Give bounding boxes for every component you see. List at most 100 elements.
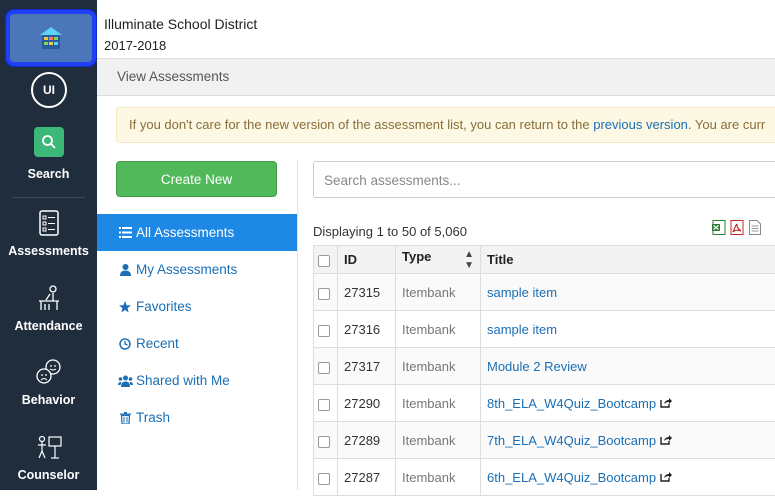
cell-id: 27316 — [338, 311, 396, 348]
nav-label: All Assessments — [136, 225, 234, 240]
row-checkbox[interactable] — [318, 362, 330, 374]
cell-title: sample item — [481, 274, 775, 311]
notice-banner: If you don't care for the new version of… — [116, 107, 775, 143]
nav-label: My Assessments — [136, 262, 237, 277]
assessment-link[interactable]: sample item — [487, 322, 557, 337]
column-header-id[interactable]: ID — [338, 246, 396, 274]
user-icon — [117, 264, 133, 276]
assessment-link[interactable]: 8th_ELA_W4Quiz_Bootcamp — [487, 396, 656, 411]
list-icon — [117, 227, 133, 238]
table-row: 27315 Itembank sample item — [314, 274, 775, 311]
column-header-title[interactable]: Title — [481, 246, 775, 274]
previous-version-link[interactable]: previous version — [593, 117, 688, 132]
shared-external-icon — [660, 434, 672, 445]
nav-shared-with-me[interactable]: Shared with Me — [97, 362, 297, 399]
school-year[interactable]: 2017-2018 — [104, 38, 166, 53]
trash-icon — [117, 412, 133, 424]
nav-my-assessments[interactable]: My Assessments — [97, 251, 297, 288]
sidebar-item-search[interactable]: Search — [0, 127, 97, 181]
search-assessments-input[interactable]: Search assessments... — [313, 161, 775, 198]
cell-id: 27315 — [338, 274, 396, 311]
assessment-nav: All Assessments My Assessments Favorites… — [97, 214, 297, 436]
attendance-icon — [34, 283, 64, 313]
nav-all-assessments[interactable]: All Assessments — [97, 214, 297, 251]
notice-text: If you don't care for the new version of… — [129, 117, 590, 132]
table-row: 27316 Itembank sample item — [314, 311, 775, 348]
select-all-header — [314, 246, 338, 274]
nav-label: Favorites — [136, 299, 192, 314]
row-checkbox[interactable] — [318, 473, 330, 485]
assessment-link[interactable]: sample item — [487, 285, 557, 300]
sidebar-item-label: Assessments — [8, 244, 89, 258]
assessment-link[interactable]: Module 2 Review — [487, 359, 587, 374]
table-header-row: ID Type▲▼ Title — [314, 246, 775, 274]
assessments-icon — [34, 208, 64, 238]
sidebar-divider — [12, 197, 85, 198]
sort-icon[interactable]: ▲▼ — [464, 249, 474, 271]
nav-favorites[interactable]: Favorites — [97, 288, 297, 325]
shared-external-icon — [660, 397, 672, 408]
cell-type: Itembank — [396, 274, 481, 311]
pdf-export-icon[interactable] — [730, 220, 744, 235]
breadcrumb: View Assessments — [97, 58, 775, 96]
result-count: Displaying 1 to 50 of 5,060 — [313, 224, 467, 239]
counselor-icon — [34, 432, 64, 462]
district-name: Illuminate School District — [104, 16, 257, 32]
row-checkbox[interactable] — [318, 436, 330, 448]
notice-text-end: . You are curr — [688, 117, 765, 132]
cell-type: Itembank — [396, 311, 481, 348]
table-row: 27317 Itembank Module 2 Review — [314, 348, 775, 385]
cell-type: Itembank — [396, 348, 481, 385]
nav-trash[interactable]: Trash — [97, 399, 297, 436]
nav-label: Trash — [136, 410, 170, 425]
cell-title: 7th_ELA_W4Quiz_Bootcamp — [481, 422, 775, 459]
page-title: View Assessments — [117, 69, 229, 84]
assessments-table: ID Type▲▼ Title 27315 Itembank sample it… — [313, 245, 775, 496]
star-icon — [117, 301, 133, 313]
table-row: 27290 Itembank 8th_ELA_W4Quiz_Bootcamp — [314, 385, 775, 422]
nav-label: Recent — [136, 336, 179, 351]
sidebar-item-label: Behavior — [22, 393, 76, 407]
create-new-button[interactable]: Create New — [116, 161, 277, 197]
school-icon — [38, 25, 64, 51]
cell-title: Module 2 Review — [481, 348, 775, 385]
nav-label: Shared with Me — [136, 373, 230, 388]
row-checkbox[interactable] — [318, 325, 330, 337]
row-checkbox-cell — [314, 385, 338, 422]
sidebar-item-assessments[interactable]: Assessments — [0, 208, 97, 258]
excel-export-icon[interactable] — [712, 220, 726, 235]
clock-icon — [117, 338, 133, 350]
user-avatar[interactable]: UI — [31, 72, 67, 108]
cell-type: Itembank — [396, 385, 481, 422]
divider — [297, 160, 298, 490]
assessment-link[interactable]: 7th_ELA_W4Quiz_Bootcamp — [487, 433, 656, 448]
search-icon — [34, 127, 64, 157]
home-button[interactable] — [6, 10, 96, 66]
export-toolbar — [712, 220, 762, 235]
cell-id: 27289 — [338, 422, 396, 459]
document-export-icon[interactable] — [748, 220, 762, 235]
cell-title: sample item — [481, 311, 775, 348]
sidebar-item-counselor[interactable]: Counselor — [0, 432, 97, 482]
sidebar-item-label: Counselor — [18, 468, 80, 482]
row-checkbox-cell — [314, 348, 338, 385]
sidebar-item-behavior[interactable]: Behavior — [0, 357, 97, 407]
row-checkbox-cell — [314, 422, 338, 459]
column-header-type[interactable]: Type▲▼ — [396, 246, 481, 274]
nav-recent[interactable]: Recent — [97, 325, 297, 362]
sidebar-item-attendance[interactable]: Attendance — [0, 283, 97, 333]
shared-external-icon — [660, 471, 672, 482]
sidebar: UI Search Assessments Attendance Behavio… — [0, 0, 97, 490]
cell-type: Itembank — [396, 422, 481, 459]
assessment-link[interactable]: 6th_ELA_W4Quiz_Bootcamp — [487, 470, 656, 485]
cell-id: 27317 — [338, 348, 396, 385]
users-icon — [117, 375, 133, 387]
row-checkbox-cell — [314, 274, 338, 311]
select-all-checkbox[interactable] — [318, 255, 330, 267]
cell-title: 8th_ELA_W4Quiz_Bootcamp — [481, 385, 775, 422]
sidebar-item-label: Attendance — [14, 319, 82, 333]
sidebar-item-label: Search — [28, 167, 70, 181]
cell-id: 27290 — [338, 385, 396, 422]
row-checkbox[interactable] — [318, 288, 330, 300]
row-checkbox[interactable] — [318, 399, 330, 411]
